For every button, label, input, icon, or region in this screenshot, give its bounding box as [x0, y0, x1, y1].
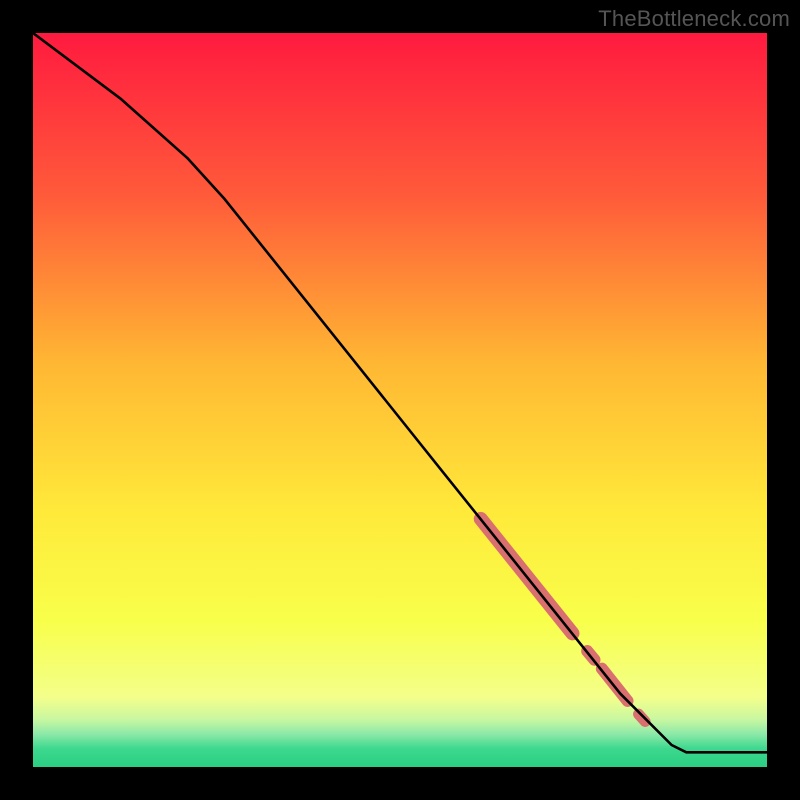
- watermark-text: TheBottleneck.com: [598, 6, 790, 32]
- bottleneck-chart: [33, 33, 767, 767]
- chart-stage: TheBottleneck.com: [0, 0, 800, 800]
- gradient-rect: [33, 33, 767, 767]
